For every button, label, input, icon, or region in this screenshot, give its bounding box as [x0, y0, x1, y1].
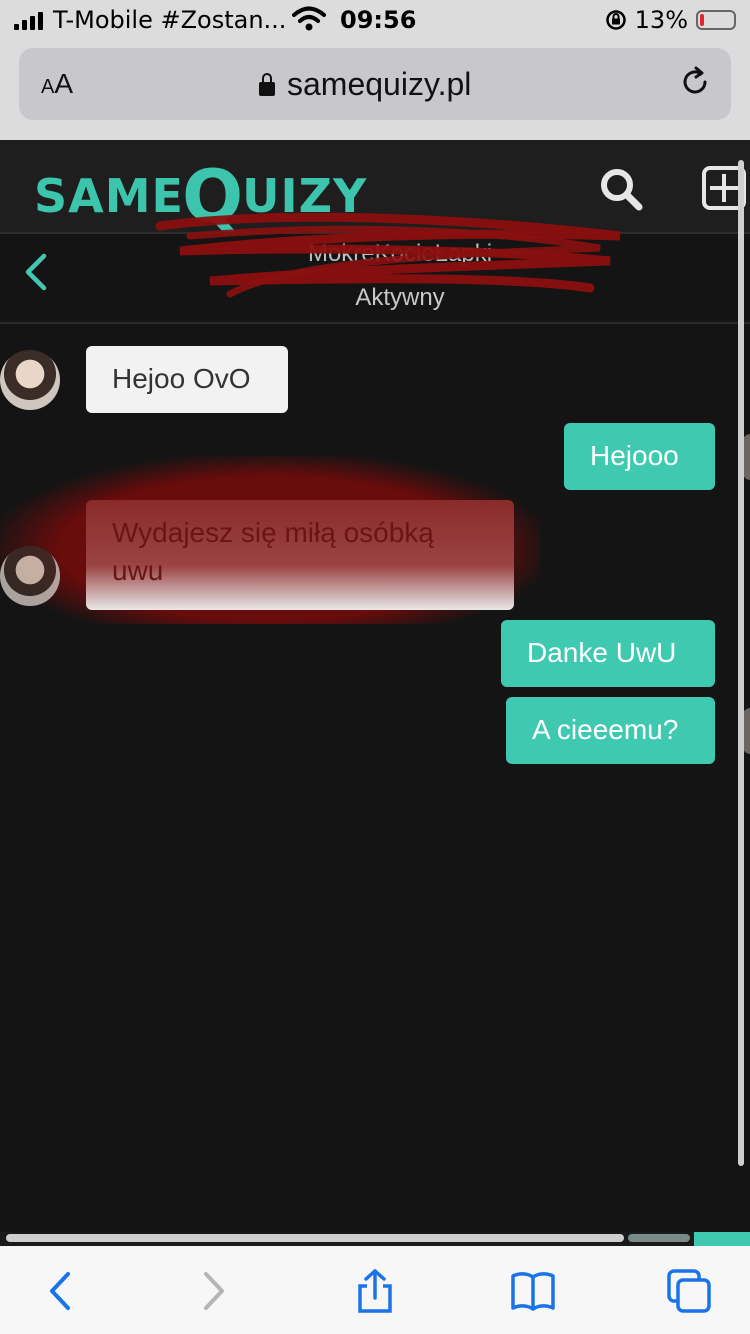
- orientation-lock-icon: [605, 10, 626, 30]
- message-bubble-outgoing: Danke UwU: [501, 620, 715, 687]
- arrow-left-icon[interactable]: [38, 1268, 84, 1314]
- signal-icon: [14, 10, 43, 30]
- samequizy-logo[interactable]: SAMEQUIZY: [34, 154, 367, 238]
- text-size-button[interactable]: AA: [41, 68, 73, 100]
- status-bar: T-Mobile #Zostan... 09:56 13%: [0, 0, 750, 40]
- progress-bar-accent: [694, 1232, 750, 1246]
- carrier-label: T-Mobile #Zostan...: [53, 6, 287, 34]
- search-icon[interactable]: [596, 164, 646, 214]
- page-scrollbar[interactable]: [738, 160, 744, 1166]
- contact-status: Aktywny: [355, 284, 445, 311]
- chat-header: MokreKocieŁapki Aktywny: [0, 234, 750, 324]
- page-progress: [0, 1232, 750, 1246]
- contact-name: MokreKocieŁapki: [307, 240, 493, 267]
- message-bubble-incoming: Wydajesz się miłą osóbką uwu: [86, 500, 514, 610]
- browser-address-area: AA samequizy.pl: [0, 40, 750, 140]
- tabs-icon[interactable]: [666, 1268, 712, 1314]
- message-bubble-outgoing: Hejooo: [564, 423, 715, 490]
- url-host: samequizy.pl: [287, 66, 472, 102]
- wifi-icon: [292, 6, 326, 31]
- url-display[interactable]: samequizy.pl: [259, 66, 471, 103]
- lock-icon: [259, 72, 275, 96]
- reload-icon[interactable]: [677, 64, 713, 100]
- battery-percent: 13%: [634, 6, 688, 34]
- message-bubble-outgoing: A cieeemu?: [506, 697, 715, 764]
- battery-icon: [696, 10, 736, 30]
- browser-toolbar: [0, 1246, 750, 1334]
- avatar[interactable]: [0, 546, 60, 606]
- progress-bar-segment: [628, 1234, 690, 1242]
- avatar[interactable]: [0, 350, 60, 410]
- progress-bar: [6, 1234, 624, 1242]
- book-icon[interactable]: [510, 1268, 556, 1314]
- address-bar[interactable]: AA samequizy.pl: [19, 48, 731, 120]
- message-bubble-incoming: Hejoo OvO: [86, 346, 288, 413]
- clock: 09:56: [340, 6, 417, 34]
- arrow-right-icon[interactable]: [190, 1268, 236, 1314]
- carrier: T-Mobile #Zostan...: [14, 6, 286, 34]
- share-icon[interactable]: [352, 1268, 398, 1314]
- site-header: SAMEQUIZY: [0, 140, 750, 238]
- status-right: 13%: [605, 6, 736, 34]
